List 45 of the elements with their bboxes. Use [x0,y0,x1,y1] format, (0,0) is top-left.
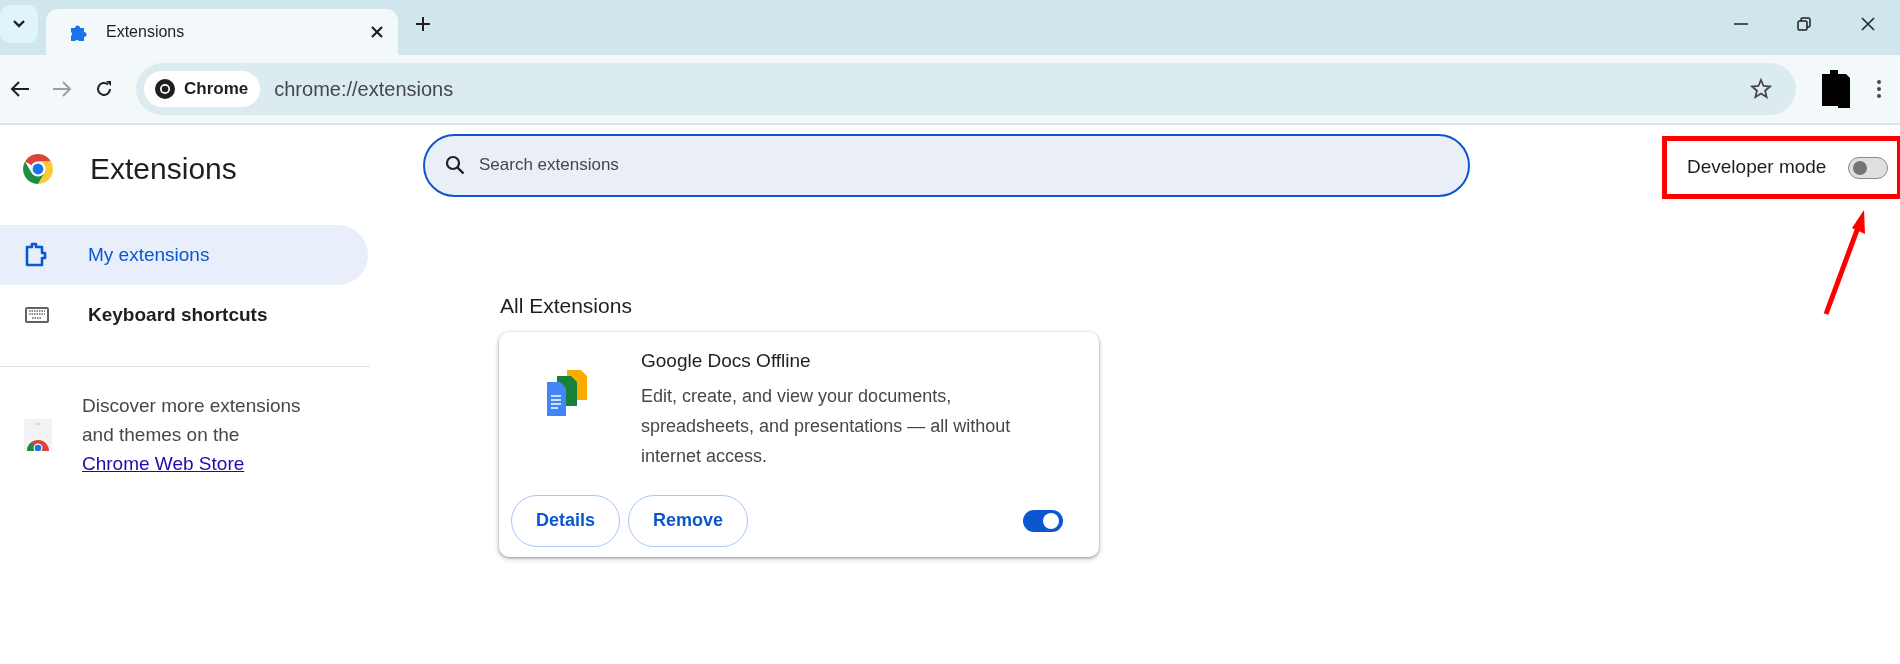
address-bar[interactable]: Chrome chrome://extensions [136,63,1796,115]
tab-search-button[interactable] [0,5,38,43]
kebab-menu-icon [1876,79,1882,99]
search-field[interactable]: Search extensions [423,133,1470,197]
chrome-logo-icon [154,78,176,100]
promo-text: Discover more extensions and themes on the Chrome Web Store [82,394,302,476]
web-store-link[interactable]: Chrome Web Store [82,453,245,474]
tab-close-button[interactable] [370,25,384,39]
reload-button[interactable] [94,79,114,99]
sidebar-item[interactable]: My extensions [0,225,368,285]
close-icon [1860,15,1876,32]
keyboard-icon [24,306,50,324]
chevron-down-icon [12,19,26,29]
close-icon [370,25,384,39]
toggle-label: Developer mode [1687,155,1827,180]
back-button[interactable] [10,80,30,98]
toggle-switch[interactable] [1023,510,1063,532]
plus-icon [414,14,432,33]
toggle-switch[interactable] [1848,156,1889,179]
site-chip[interactable]: Chrome [144,71,261,107]
tab-title: Extensions [106,22,186,42]
restore-icon [1796,15,1812,32]
section-title: All Extensions [500,293,633,319]
restore-button[interactable] [1796,15,1812,32]
star-icon [1750,78,1772,100]
reload-icon [94,79,114,99]
url-text: chrome://extensions [274,77,455,102]
minimize-icon [1734,22,1748,25]
chrome-logo-icon [20,151,56,187]
browser-tab[interactable]: Extensions [46,9,398,55]
bookmark-button[interactable] [1750,78,1772,100]
extension-name: Google Docs Offline [641,350,812,373]
back-arrow-icon [10,80,30,98]
search-input[interactable]: Search extensions [477,151,1448,179]
close-window-button[interactable] [1860,15,1876,32]
menu-button[interactable] [1876,79,1882,99]
sidebar-item[interactable]: Keyboard shortcuts [0,285,368,345]
search-icon [445,155,465,175]
forward-arrow-icon [52,80,72,98]
extension-description: Edit, create, and view your documents, spreadsheets, and presentations — all without internet access. [641,385,1012,468]
web-store-icon [24,418,52,451]
page-title: Extensions [90,151,237,187]
details-button[interactable]: Details [511,495,621,547]
remove-button[interactable]: Remove [628,495,749,547]
new-tab-button[interactable] [414,14,432,33]
